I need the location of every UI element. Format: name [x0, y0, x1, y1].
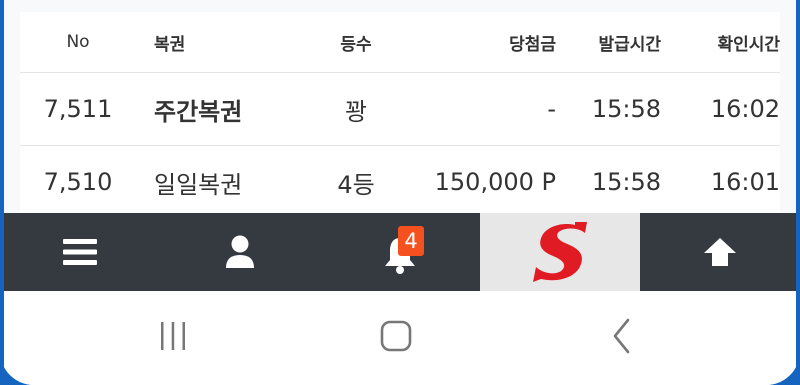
- cell-issued-time: 15:58: [591, 168, 661, 196]
- lottery-history-table: No 복권 등수 당첨금 발급시간 확인시간 7,511 주간복권 꽝 -15:58 16:02 7,…: [20, 12, 780, 219]
- table-row[interactable]: 7,510 일일복권 4등 150,000 P 15:58 16:01: [20, 146, 780, 219]
- cell-prize: 150,000 P: [434, 168, 556, 196]
- cell-checked-time: 16:01: [710, 168, 780, 196]
- header-prize: 당첨금: [509, 34, 556, 55]
- recent-apps-button[interactable]: [143, 311, 203, 361]
- frame-edge-right: [796, 0, 800, 385]
- system-navigation-bar: [0, 291, 800, 385]
- home-button[interactable]: [366, 311, 426, 361]
- cell-no: 7,510: [43, 168, 113, 196]
- cell-rank: 꽝: [344, 97, 368, 126]
- notification-count-badge: 4: [398, 226, 424, 256]
- tab-home-logo[interactable]: [480, 213, 640, 291]
- back-button[interactable]: [592, 311, 652, 361]
- header-lottery: 복권: [154, 34, 186, 55]
- cell-rank: 4등: [337, 170, 375, 199]
- menu-icon: [63, 239, 97, 265]
- cell-lottery: 주간복권: [154, 97, 243, 126]
- cell-no: 7,511: [43, 95, 113, 123]
- s-logo: [533, 222, 587, 282]
- app-screen: No 복권 등수 당첨금 발급시간 확인시간 7,511 주간복권 꽝 -15:58 16:02 7,…: [0, 0, 800, 385]
- frame-edge-left: [0, 0, 4, 385]
- header-no: No: [66, 32, 90, 52]
- cell-issued-time: 15:58: [591, 95, 661, 123]
- tab-profile[interactable]: [160, 213, 320, 291]
- back-icon: [613, 318, 630, 354]
- tab-menu[interactable]: [0, 213, 160, 291]
- table-header: No 복권 등수 당첨금 발급시간 확인시간: [20, 12, 780, 73]
- user-icon: [226, 235, 254, 268]
- header-issued-time: 발급시간: [598, 34, 661, 55]
- header-rank: 등수: [340, 34, 372, 55]
- recent-apps-icon: [161, 322, 185, 350]
- cell-checked-time: 16:02: [710, 95, 780, 123]
- table-row[interactable]: 7,511 주간복권 꽝 - 15:58 16:02: [20, 73, 780, 146]
- cell-prize: -: [547, 95, 556, 123]
- arrow-up-icon: [704, 238, 736, 266]
- tab-scroll-top[interactable]: [640, 213, 800, 291]
- header-checked-time: 확인시간: [717, 34, 780, 55]
- bottom-tab-bar: 4: [0, 213, 800, 291]
- tab-notifications[interactable]: 4: [320, 213, 480, 291]
- home-icon: [380, 320, 412, 352]
- cell-lottery: 일일복권: [154, 170, 243, 199]
